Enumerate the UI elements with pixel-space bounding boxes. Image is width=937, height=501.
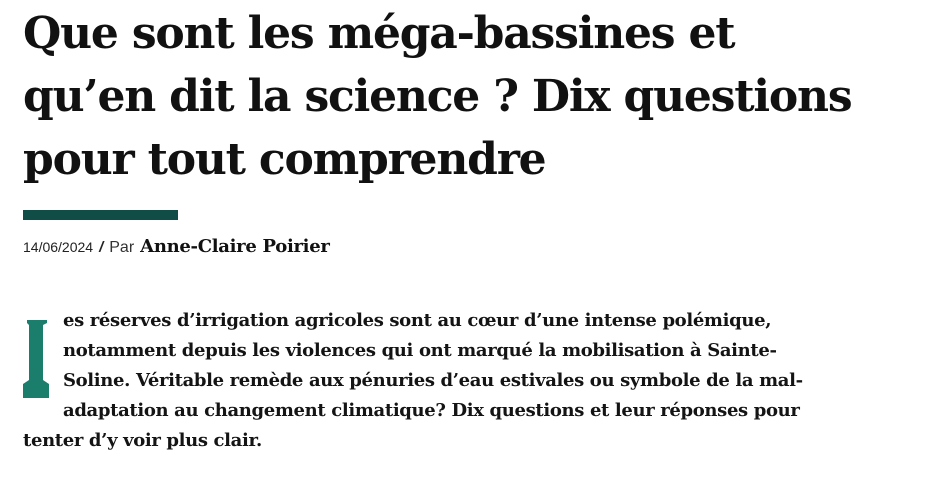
article-header: Que sont les méga-bassines et qu’en dit … xyxy=(23,2,923,191)
intro-line: notamment depuis les violences qui ont m… xyxy=(63,340,777,361)
drop-cap-glyph-icon xyxy=(23,320,49,398)
article-title: Que sont les méga-bassines et qu’en dit … xyxy=(23,2,923,191)
intro-line: adaptation au changement climatique? Dix… xyxy=(63,400,800,421)
title-line: Que sont les méga-bassines et xyxy=(23,8,736,59)
intro-line: es réserves d’irrigation agricoles sont … xyxy=(63,310,772,331)
byline: 14/06/2024 / Par Anne-Claire Poirier xyxy=(23,236,330,257)
title-line: pour tout comprendre xyxy=(23,134,547,185)
publish-date: 14/06/2024 xyxy=(23,239,94,255)
byline-separator: / xyxy=(99,239,104,256)
intro-line: Soline. Véritable remède aux pénuries d’… xyxy=(63,370,803,391)
intro-line: tenter d’y voir plus clair. xyxy=(23,430,262,451)
drop-cap xyxy=(23,320,51,398)
article-intro: es réserves d’irrigation agricoles sont … xyxy=(23,306,883,456)
byline-prefix: Par xyxy=(109,239,135,256)
author-link[interactable]: Anne-Claire Poirier xyxy=(140,236,330,257)
title-accent-rule xyxy=(23,210,178,220)
title-line: qu’en dit la science ? Dix questions xyxy=(23,71,853,122)
